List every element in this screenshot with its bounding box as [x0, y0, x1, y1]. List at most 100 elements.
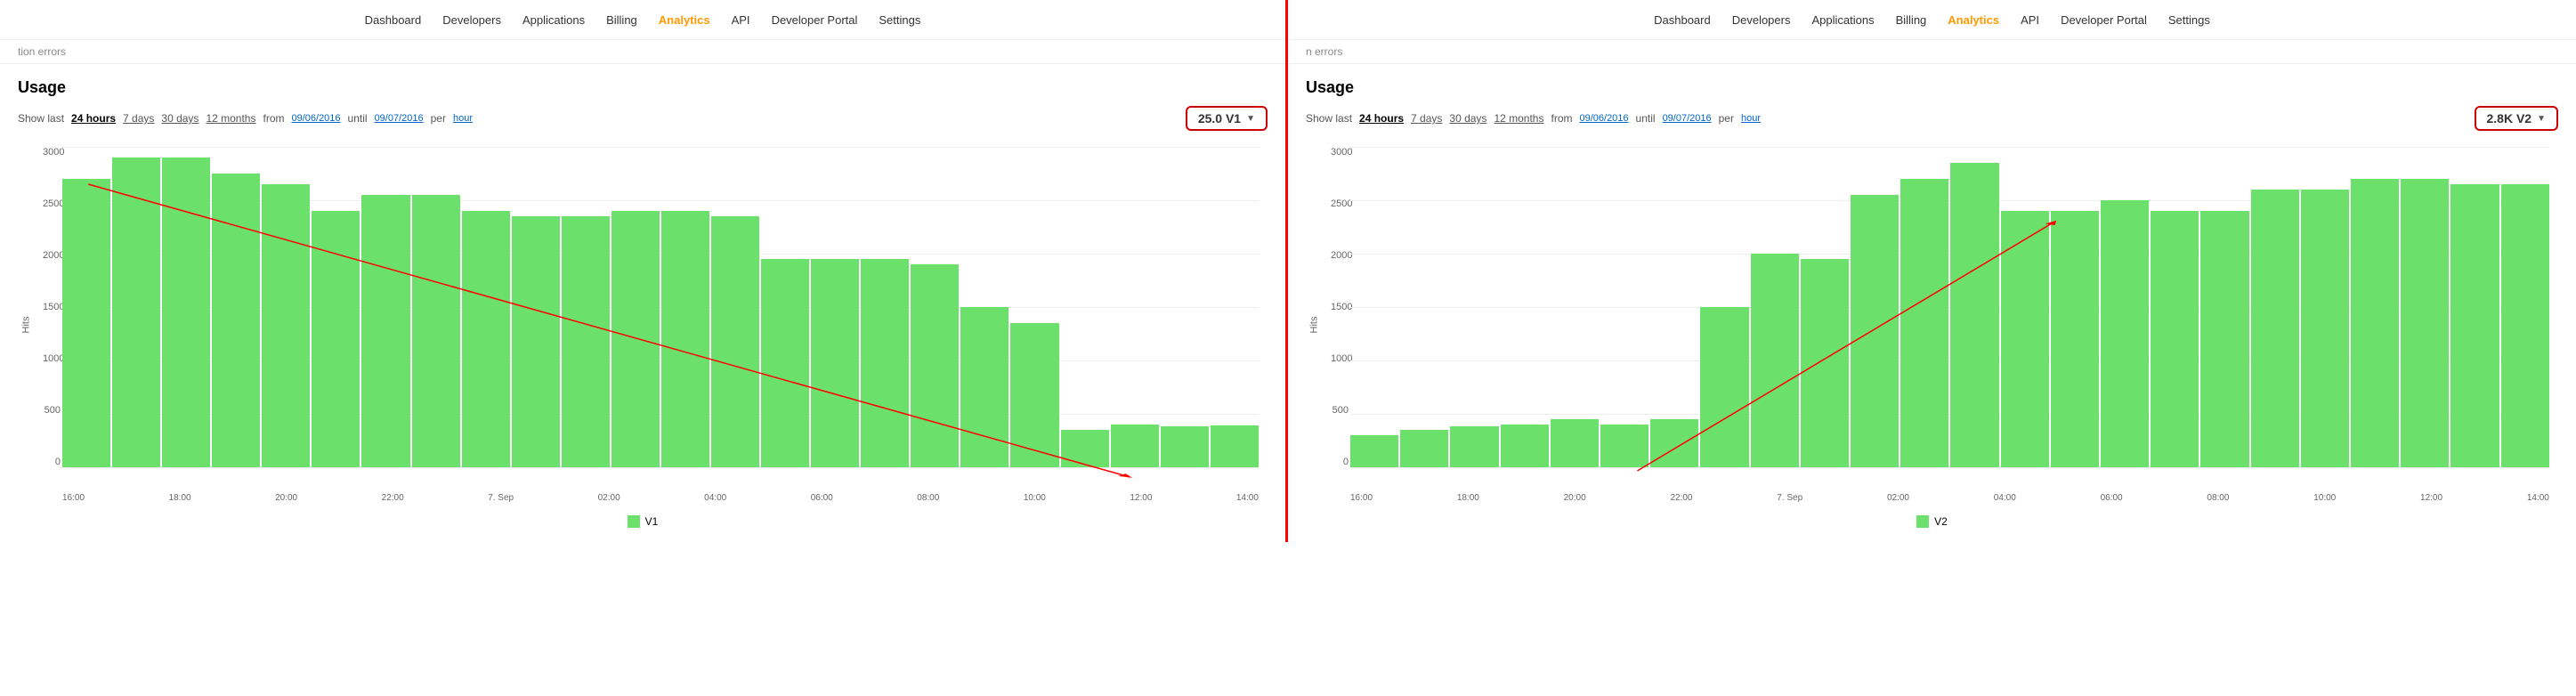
- nav-item-settings[interactable]: Settings: [879, 13, 920, 27]
- per-value[interactable]: hour: [453, 113, 473, 124]
- y-tick: 2500: [1331, 198, 1349, 209]
- bars-area: [62, 147, 1259, 467]
- controls-row: Show last24 hours7 days30 days12 monthsf…: [18, 106, 1268, 131]
- x-label: 16:00: [62, 493, 85, 503]
- from-label: from: [263, 112, 284, 125]
- section-header: tion errors: [0, 40, 1285, 64]
- nav-item-analytics[interactable]: Analytics: [659, 13, 710, 27]
- bar: [811, 259, 859, 467]
- nav-bar: Dashboard Developers Applications Billing An…: [0, 0, 1285, 40]
- from-label: from: [1551, 112, 1572, 125]
- nav-item-developers[interactable]: Developers: [1732, 13, 1791, 27]
- usage-title: Usage: [1306, 78, 2558, 97]
- bar: [212, 174, 260, 467]
- time-option-30-days[interactable]: 30 days: [1449, 112, 1486, 125]
- bar: [2151, 211, 2199, 467]
- nav-item-applications[interactable]: Applications: [1811, 13, 1874, 27]
- nav-item-api[interactable]: API: [2021, 13, 2039, 27]
- bar: [1551, 419, 1599, 467]
- x-label: 22:00: [382, 493, 404, 503]
- bar: [1211, 425, 1259, 467]
- x-label: 04:00: [704, 493, 726, 503]
- nav-item-developer-portal[interactable]: Developer Portal: [772, 13, 858, 27]
- time-option-12-months[interactable]: 12 months: [1494, 112, 1543, 125]
- time-option-24-hours[interactable]: 24 hours: [1359, 112, 1404, 125]
- bar: [661, 211, 709, 467]
- x-label: 14:00: [1236, 493, 1259, 503]
- from-date[interactable]: 09/06/2016: [1579, 113, 1628, 124]
- time-option-12-months[interactable]: 12 months: [206, 112, 255, 125]
- usage-section: UsageShow last24 hours7 days30 days12 mo…: [1288, 64, 2576, 542]
- y-axis-label: Hits: [1308, 317, 1319, 334]
- nav-item-dashboard[interactable]: Dashboard: [1654, 13, 1711, 27]
- until-date[interactable]: 09/07/2016: [375, 113, 424, 124]
- chart-container: Hits30002500200015001000500016:0018:0020…: [18, 138, 1268, 512]
- time-option-30-days[interactable]: 30 days: [161, 112, 198, 125]
- bar: [2301, 190, 2349, 467]
- y-tick: 2000: [43, 250, 61, 261]
- x-axis-labels: 16:0018:0020:0022:007. Sep02:0004:0006:0…: [1350, 493, 2549, 503]
- nav-item-settings[interactable]: Settings: [2168, 13, 2210, 27]
- nav-item-billing[interactable]: Billing: [1896, 13, 1927, 27]
- nav-item-api[interactable]: API: [732, 13, 750, 27]
- y-axis-ticks: 300025002000150010005000: [1331, 147, 1349, 467]
- until-label: until: [348, 112, 368, 125]
- nav-item-billing[interactable]: Billing: [606, 13, 637, 27]
- y-tick: 0: [1331, 457, 1349, 467]
- panels-container: Dashboard Developers Applications Billing An…: [0, 0, 2576, 542]
- x-label: 20:00: [1564, 493, 1586, 503]
- per-value[interactable]: hour: [1741, 113, 1761, 124]
- bar: [2251, 190, 2299, 467]
- x-label: 10:00: [1024, 493, 1046, 503]
- nav-item-dashboard[interactable]: Dashboard: [365, 13, 422, 27]
- bar: [62, 179, 110, 467]
- y-axis-ticks: 300025002000150010005000: [43, 147, 61, 467]
- grid-line: [62, 467, 1259, 468]
- value-badge[interactable]: 2.8K V2 ▼: [2475, 106, 2559, 131]
- nav-item-analytics[interactable]: Analytics: [1948, 13, 1999, 27]
- badge-arrow-icon: ▼: [1246, 114, 1255, 124]
- bar: [562, 216, 610, 467]
- x-label: 12:00: [1130, 493, 1152, 503]
- time-option-24-hours[interactable]: 24 hours: [71, 112, 116, 125]
- bar: [462, 211, 510, 467]
- x-label: 06:00: [2101, 493, 2123, 503]
- bar: [2101, 200, 2149, 467]
- bar: [1700, 307, 1748, 467]
- chart-legend: V2: [1306, 515, 2558, 528]
- bar: [1061, 430, 1109, 467]
- legend-label: V1: [645, 515, 659, 528]
- until-label: until: [1636, 112, 1656, 125]
- bar: [2450, 184, 2499, 467]
- bar: [1501, 425, 1549, 467]
- nav-item-applications[interactable]: Applications: [522, 13, 585, 27]
- x-label: 18:00: [169, 493, 191, 503]
- per-label: per: [431, 112, 446, 125]
- legend-color-box: [628, 515, 640, 528]
- y-tick: 3000: [1331, 147, 1349, 158]
- value-badge[interactable]: 25.0 V1 ▼: [1186, 106, 1268, 131]
- y-axis-label: Hits: [20, 317, 31, 334]
- bar: [1600, 425, 1648, 467]
- panel-right: Dashboard Developers Applications Billing An…: [1288, 0, 2576, 542]
- y-tick: 500: [43, 405, 61, 416]
- nav-item-developers[interactable]: Developers: [442, 13, 501, 27]
- x-label: 12:00: [2420, 493, 2442, 503]
- from-date[interactable]: 09/06/2016: [291, 113, 340, 124]
- time-option-7-days[interactable]: 7 days: [1411, 112, 1442, 125]
- time-option-7-days[interactable]: 7 days: [123, 112, 154, 125]
- bar: [512, 216, 560, 467]
- bar: [1450, 426, 1498, 467]
- x-axis-labels: 16:0018:0020:0022:007. Sep02:0004:0006:0…: [62, 493, 1259, 503]
- bar: [1801, 259, 1849, 467]
- nav-item-developer-portal[interactable]: Developer Portal: [2061, 13, 2147, 27]
- bar: [1751, 254, 1799, 467]
- x-label: 06:00: [811, 493, 833, 503]
- grid-line: [1350, 467, 2549, 468]
- bar: [1650, 419, 1698, 467]
- bar: [2051, 211, 2099, 467]
- x-label: 7. Sep: [1777, 493, 1802, 503]
- bar: [1350, 435, 1398, 467]
- bar: [960, 307, 1009, 467]
- until-date[interactable]: 09/07/2016: [1663, 113, 1712, 124]
